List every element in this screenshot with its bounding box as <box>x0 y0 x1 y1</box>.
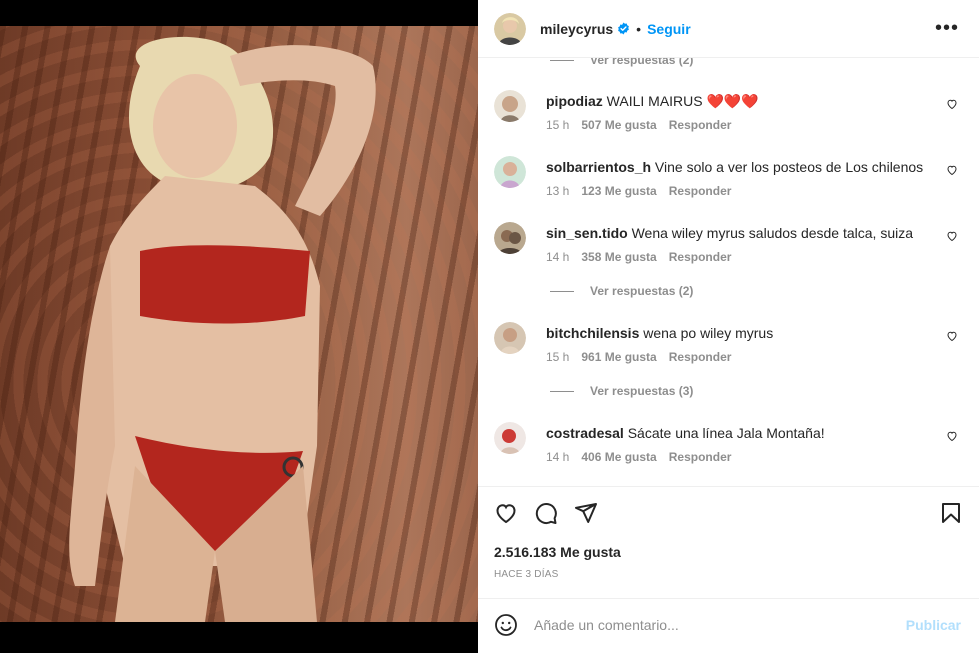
comment-item: sin_sen.tido Wena wiley myrus saludos de… <box>494 222 964 272</box>
comment-meta: 13 h 123 Me gusta Responder <box>546 184 731 198</box>
commenter-avatar[interactable] <box>494 322 526 354</box>
more-options-icon[interactable]: ••• <box>935 18 959 38</box>
comment-body: costradesal Sácate una línea Jala Montañ… <box>546 424 924 442</box>
author-avatar[interactable] <box>494 12 526 45</box>
comment-time[interactable]: 14 h <box>546 450 569 464</box>
comment-likes[interactable]: 507 Me gusta <box>581 118 656 132</box>
replies-divider <box>550 290 574 292</box>
comment-heart-icon[interactable] <box>946 330 958 342</box>
comment-item: bitchchilensis wena po wiley myrus 15 h … <box>494 322 964 372</box>
commenter-avatar[interactable] <box>494 156 526 188</box>
reply-button[interactable]: Responder <box>669 184 732 198</box>
comment-item: solbarrientos_h Vine solo a ver los post… <box>494 156 964 206</box>
comment-heart-icon[interactable] <box>946 98 958 110</box>
comment-username[interactable]: sin_sen.tido <box>546 225 628 241</box>
view-replies-label: Ver respuestas (3) <box>590 384 694 398</box>
publish-button[interactable]: Publicar <box>906 617 961 633</box>
replies-divider <box>550 390 574 392</box>
commenter-avatar[interactable] <box>494 90 526 122</box>
header-separator: • <box>636 20 642 37</box>
view-replies-button[interactable]: Ver respuestas (2) <box>550 58 693 67</box>
comment-text: Sácate una línea Jala Montaña! <box>627 425 825 441</box>
comment-time[interactable]: 15 h <box>546 118 569 132</box>
comment-input[interactable] <box>534 613 894 637</box>
comment-meta: 14 h 358 Me gusta Responder <box>546 250 731 264</box>
comment-likes[interactable]: 961 Me gusta <box>581 350 656 364</box>
post-actions-bar: 2.516.183 Me gusta HACE 3 DÍAS <box>478 486 979 598</box>
comment-meta: 15 h 507 Me gusta Responder <box>546 118 731 132</box>
replies-divider <box>550 59 574 61</box>
comment-username[interactable]: costradesal <box>546 425 624 441</box>
comment-time[interactable]: 13 h <box>546 184 569 198</box>
comment-heart-icon[interactable] <box>946 164 958 176</box>
post-header: mileycyrus • Seguir ••• <box>478 0 979 58</box>
view-replies-label: Ver respuestas (2) <box>590 58 694 67</box>
view-replies-button[interactable]: Ver respuestas (3) <box>550 384 693 398</box>
emoji-smile-icon[interactable] <box>494 613 518 637</box>
comment-item: costradesal Sácate una línea Jala Montañ… <box>494 422 964 472</box>
commenter-avatar[interactable] <box>494 422 526 454</box>
comment-text: wena po wiley myrus <box>643 325 774 341</box>
view-replies-button[interactable]: Ver respuestas (2) <box>550 284 693 298</box>
comment-item: pipodiaz WAILI MAIRUS ❤️❤️❤️ 15 h 507 Me… <box>494 90 964 140</box>
comment-username[interactable]: pipodiaz <box>546 93 603 109</box>
comment-username[interactable]: solbarrientos_h <box>546 159 651 175</box>
comment-meta: 15 h 961 Me gusta Responder <box>546 350 731 364</box>
view-replies-label: Ver respuestas (2) <box>590 284 694 298</box>
bookmark-icon[interactable] <box>939 501 963 525</box>
comments-list[interactable]: Ver respuestas (2) pipodiaz WAILI MAIRUS… <box>478 58 979 486</box>
comment-body: sin_sen.tido Wena wiley myrus saludos de… <box>546 224 924 242</box>
heart-outline-icon[interactable] <box>494 501 518 525</box>
comment-username[interactable]: bitchchilensis <box>546 325 639 341</box>
post-timestamp[interactable]: HACE 3 DÍAS <box>494 569 558 580</box>
likes-count[interactable]: 2.516.183 Me gusta <box>494 544 621 560</box>
comment-time[interactable]: 15 h <box>546 350 569 364</box>
verified-badge-icon <box>617 22 630 35</box>
comment-likes[interactable]: 123 Me gusta <box>581 184 656 198</box>
follow-button[interactable]: Seguir <box>647 21 691 37</box>
comment-meta: 14 h 406 Me gusta Responder <box>546 450 731 464</box>
post-media-pane <box>0 0 478 653</box>
reply-button[interactable]: Responder <box>669 118 732 132</box>
comment-likes[interactable]: 406 Me gusta <box>581 450 656 464</box>
author-username[interactable]: mileycyrus <box>540 21 613 37</box>
comment-time[interactable]: 14 h <box>546 250 569 264</box>
comment-body: bitchchilensis wena po wiley myrus <box>546 324 924 342</box>
photo-subject-figure <box>69 36 376 622</box>
comment-text: WAILI MAIRUS <box>606 93 703 109</box>
comment-likes[interactable]: 358 Me gusta <box>581 250 656 264</box>
add-comment-bar: Publicar <box>478 598 979 653</box>
reply-button[interactable]: Responder <box>669 350 732 364</box>
comment-bubble-icon[interactable] <box>534 501 558 525</box>
comment-heart-icon[interactable] <box>946 230 958 242</box>
comment-heart-icon[interactable] <box>946 430 958 442</box>
share-plane-icon[interactable] <box>574 501 598 525</box>
reply-button[interactable]: Responder <box>669 250 732 264</box>
comment-body: solbarrientos_h Vine solo a ver los post… <box>546 158 924 176</box>
comment-body: pipodiaz WAILI MAIRUS ❤️❤️❤️ <box>546 92 924 110</box>
reply-button[interactable]: Responder <box>669 450 732 464</box>
comment-text: Wena wiley myrus saludos desde talca, su… <box>631 225 914 241</box>
comment-text: Vine solo a ver los posteos de Los chile… <box>654 159 924 175</box>
post-photo[interactable] <box>0 26 478 622</box>
commenter-avatar[interactable] <box>494 222 526 254</box>
post-sidebar: mileycyrus • Seguir ••• Ver respuestas (… <box>478 0 979 653</box>
red-hearts-emoji: ❤️❤️❤️ <box>706 93 759 109</box>
